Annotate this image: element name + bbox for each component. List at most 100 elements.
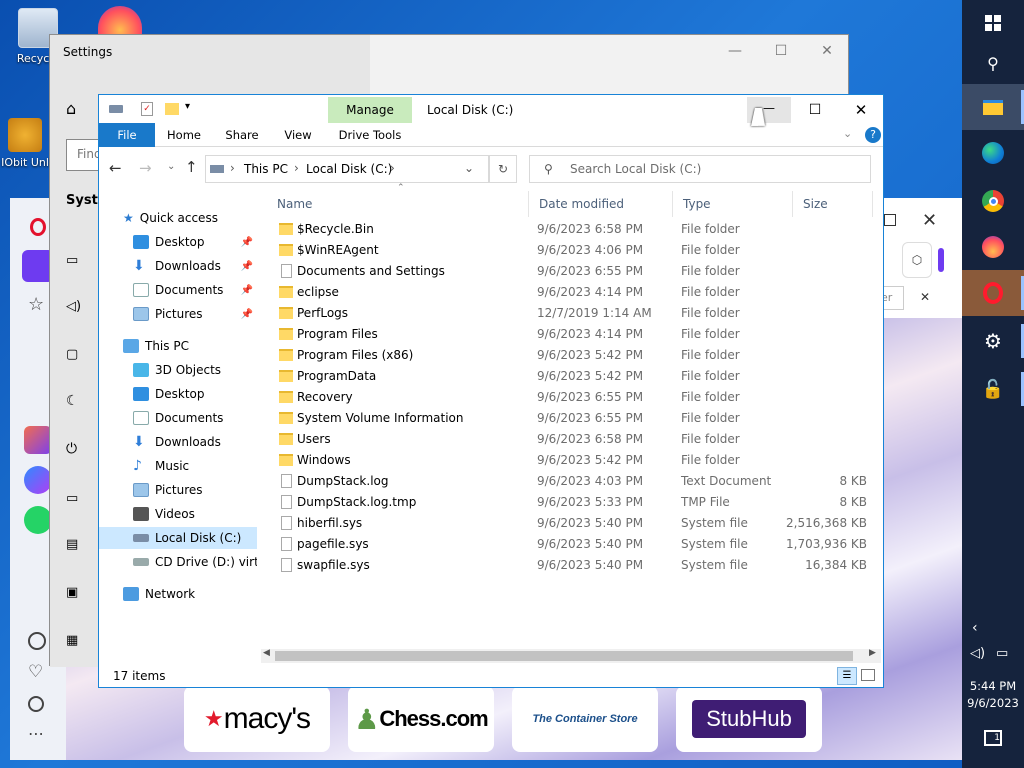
taskbar-chrome[interactable] <box>962 178 1024 224</box>
settings-close-icon[interactable]: ✕ <box>818 43 836 59</box>
taskbar-clock[interactable]: 5:44 PM 9/6/2023 <box>962 678 1024 712</box>
table-row[interactable]: Users 9/6/2023 6:58 PM File folder <box>263 429 873 450</box>
nav-quick-downloads[interactable]: ⬇ Downloads 📌 <box>99 255 257 277</box>
properties-icon[interactable]: ✓ <box>141 102 153 116</box>
address-bar[interactable]: › This PC › Local Disk (C:) › ⌄ <box>205 155 489 183</box>
desktop-icon-iobit[interactable]: IObit Unl <box>0 118 50 169</box>
power-icon[interactable]: ⏻ <box>66 441 77 457</box>
nav-local-disk[interactable]: Local Disk (C:) <box>99 527 257 549</box>
taskbar-file-explorer[interactable] <box>962 84 1024 130</box>
table-row[interactable]: $Recycle.Bin 9/6/2023 6:58 PM File folder <box>263 219 873 240</box>
volume-icon[interactable]: ◁) <box>970 646 985 661</box>
multitasking-icon[interactable]: ▦ <box>66 633 78 648</box>
speed-dial-chess[interactable]: ♟ Chess.com <box>348 686 494 752</box>
player-icon[interactable] <box>28 632 46 650</box>
back-arrow-icon[interactable]: ← <box>109 159 122 177</box>
nav-quick-desktop[interactable]: Desktop 📌 <box>99 231 257 253</box>
browser-extension-icon[interactable]: ⬡ <box>902 242 932 278</box>
pin-icon[interactable]: 📌 <box>241 237 253 248</box>
large-icons-view-icon[interactable] <box>861 669 875 681</box>
browser-search-clear-icon[interactable]: ✕ <box>920 290 930 304</box>
tab-file[interactable]: File <box>99 123 155 147</box>
focus-assist-icon[interactable]: ☾ <box>66 393 79 409</box>
firefox-desktop-icon[interactable] <box>98 6 142 36</box>
nav-pc-documents[interactable]: Documents <box>99 407 257 429</box>
taskbar-firefox[interactable] <box>962 224 1024 270</box>
storage-icon[interactable]: ▤ <box>66 537 78 552</box>
column-header-date[interactable]: Date modified <box>529 191 673 217</box>
more-options-icon[interactable]: ⋯ <box>28 724 44 743</box>
speed-dial-stubhub[interactable]: StubHub <box>676 686 822 752</box>
breadcrumb-separator-icon[interactable]: › <box>230 161 235 175</box>
battery-icon[interactable]: ▭ <box>66 491 78 506</box>
table-row[interactable]: eclipse 9/6/2023 4:14 PM File folder <box>263 282 873 303</box>
settings-home-icon[interactable]: ⌂ <box>66 99 76 118</box>
expand-ribbon-icon[interactable]: ⌄ <box>843 127 852 140</box>
table-row[interactable]: Program Files (x86) 9/6/2023 5:42 PM File … <box>263 345 873 366</box>
scroll-right-icon[interactable]: ▶ <box>869 648 876 658</box>
column-header-type[interactable]: Type <box>673 191 793 217</box>
speed-dial-macys[interactable]: ★ macy's <box>184 686 330 752</box>
column-header-name[interactable]: Name <box>267 191 529 217</box>
address-dropdown-icon[interactable]: ⌄ <box>464 161 474 175</box>
table-row[interactable]: pagefile.sys 9/6/2023 5:40 PM System file 1… <box>263 534 873 555</box>
scrollbar-thumb[interactable] <box>275 651 853 661</box>
nav-pc-videos[interactable]: Videos <box>99 503 257 525</box>
breadcrumb-local-disk[interactable]: Local Disk (C:) <box>306 162 392 176</box>
nav-this-pc[interactable]: This PC <box>99 335 257 357</box>
tab-home[interactable]: Home <box>157 123 211 147</box>
table-row[interactable]: DumpStack.log 9/6/2023 4:03 PM Text Docume… <box>263 471 873 492</box>
close-button[interactable]: ✕ <box>839 97 883 123</box>
taskbar-settings[interactable]: ⚙ <box>962 318 1024 364</box>
manage-context-tab[interactable]: Manage <box>328 97 412 123</box>
maximize-button[interactable]: ☐ <box>793 97 837 123</box>
nav-network[interactable]: Network <box>99 583 257 605</box>
taskbar-iobit[interactable]: 🔓 <box>962 366 1024 412</box>
breadcrumb-separator-icon[interactable]: › <box>390 161 395 175</box>
show-hidden-icons-chevron-icon[interactable]: ‹ <box>972 620 978 636</box>
tab-view[interactable]: View <box>273 123 323 147</box>
table-row[interactable]: $WinREAgent 9/6/2023 4:06 PM File folder <box>263 240 873 261</box>
new-folder-icon[interactable] <box>165 103 179 115</box>
sound-icon[interactable]: ◁) <box>66 299 81 314</box>
taskbar-edge[interactable] <box>962 130 1024 176</box>
search-box[interactable]: ⚲ Search Local Disk (C:) <box>529 155 871 183</box>
refresh-button[interactable]: ↻ <box>489 155 517 183</box>
table-row[interactable]: Program Files 9/6/2023 4:14 PM File folder <box>263 324 873 345</box>
browser-maximize-icon[interactable] <box>884 214 896 226</box>
action-center-icon[interactable]: 1 <box>984 730 1002 746</box>
column-header-size[interactable]: Size <box>793 191 873 217</box>
table-row[interactable]: Documents and Settings 9/6/2023 6:55 PM Fi… <box>263 261 873 282</box>
nav-quick-pictures[interactable]: Pictures 📌 <box>99 303 257 325</box>
aria-icon[interactable] <box>24 426 52 454</box>
table-row[interactable]: DumpStack.log.tmp 9/6/2023 5:33 PM TMP Fil… <box>263 492 873 513</box>
bookmarks-star-icon[interactable]: ☆ <box>28 294 44 315</box>
nav-pc-music[interactable]: ♪ Music <box>99 455 257 477</box>
breadcrumb-separator-icon[interactable]: › <box>294 161 299 175</box>
tab-share[interactable]: Share <box>215 123 269 147</box>
table-row[interactable]: hiberfil.sys 9/6/2023 5:40 PM System file 2… <box>263 513 873 534</box>
table-row[interactable]: ProgramData 9/6/2023 5:42 PM File folder <box>263 366 873 387</box>
nav-3d-objects[interactable]: 3D Objects <box>99 359 257 381</box>
messenger-icon[interactable] <box>24 466 52 494</box>
table-row[interactable]: PerfLogs 12/7/2019 1:14 AM File folder <box>263 303 873 324</box>
help-icon[interactable]: ? <box>865 127 881 143</box>
up-arrow-icon[interactable]: ↑ <box>185 158 198 176</box>
settings-minimize-icon[interactable]: — <box>726 43 744 59</box>
tablet-icon[interactable]: ▣ <box>66 585 78 600</box>
nav-pc-pictures[interactable]: Pictures <box>99 479 257 501</box>
horizontal-scrollbar[interactable]: ◀ ▶ <box>261 648 881 663</box>
heart-icon[interactable]: ♡ <box>28 662 43 682</box>
opera-logo-icon[interactable] <box>30 218 46 236</box>
display-icon[interactable]: ▭ <box>66 253 78 268</box>
search-button[interactable]: ⚲ <box>962 40 1024 86</box>
recent-locations-chevron-icon[interactable]: ⌄ <box>167 161 175 172</box>
nav-quick-access[interactable]: ★ Quick access <box>99 207 257 229</box>
nav-pc-desktop[interactable]: Desktop <box>99 383 257 405</box>
breadcrumb-this-pc[interactable]: This PC <box>244 162 288 176</box>
tab-drive-tools[interactable]: Drive Tools <box>328 123 412 147</box>
speed-dial-container-store[interactable]: The Container Store <box>512 686 658 752</box>
nav-pc-downloads[interactable]: ⬇ Downloads <box>99 431 257 453</box>
details-view-icon[interactable]: ☰ <box>837 667 857 685</box>
network-status-icon[interactable]: ▭ <box>996 646 1008 661</box>
